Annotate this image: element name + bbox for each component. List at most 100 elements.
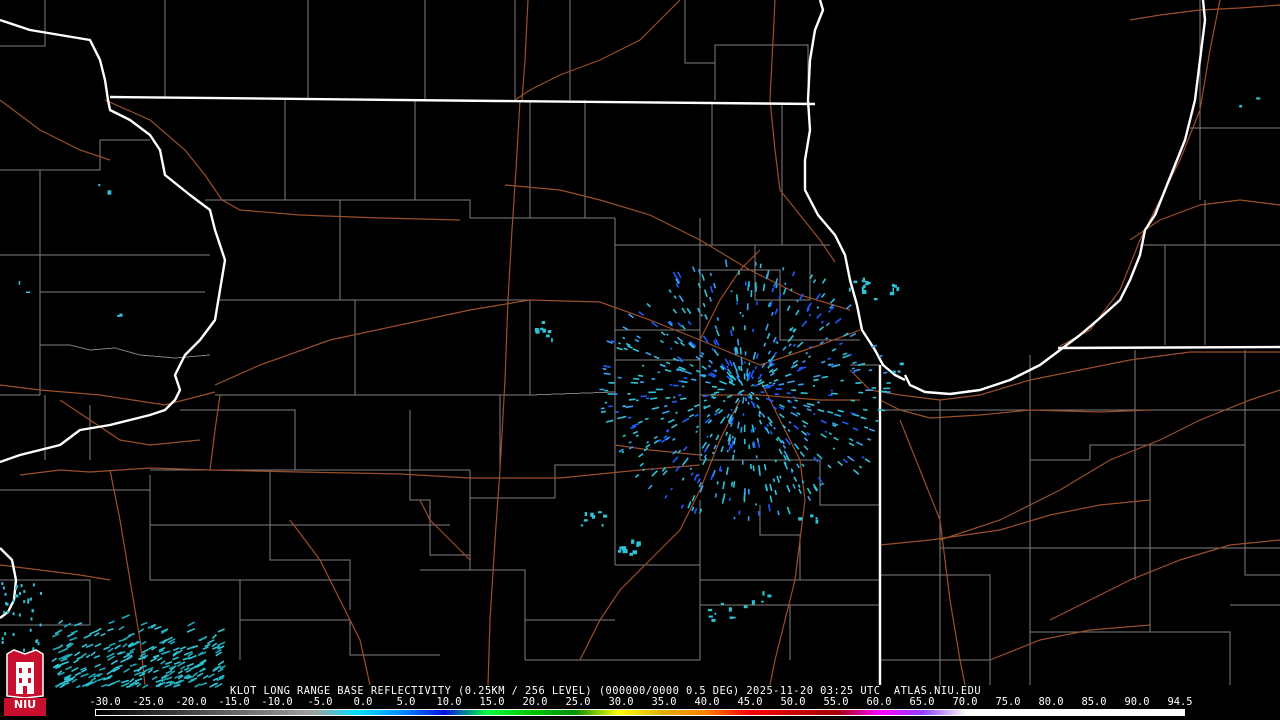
- echo-speckle: [756, 437, 760, 443]
- echo-speckle: [622, 336, 626, 340]
- echo-speckle: [653, 355, 660, 360]
- echo-speckle: [687, 320, 692, 326]
- echo-speckle: [113, 679, 121, 684]
- echo-speckle: [653, 435, 658, 440]
- echo-speckle: [666, 333, 669, 336]
- echo-speckle: [196, 672, 204, 678]
- echo-speckle: [842, 354, 851, 359]
- echo-speckle: [627, 416, 632, 419]
- county-line: [554, 464, 615, 498]
- echo-speckle: [820, 320, 824, 324]
- echo-speckle: [816, 453, 823, 460]
- echo-speckle: [816, 306, 820, 309]
- echo-speckle: [179, 665, 186, 671]
- echo-speckle: [782, 454, 788, 461]
- echo-speckle: [799, 451, 805, 458]
- highway: [209, 394, 221, 471]
- echo-speckle: [149, 657, 158, 663]
- echo-speckle: [651, 470, 658, 477]
- echo-speckle: [187, 621, 195, 627]
- echo-speckle: [101, 683, 108, 688]
- echo-speckle: [753, 441, 756, 449]
- echo-speckle: [772, 478, 776, 483]
- echo-speckle: [31, 609, 34, 613]
- echo-speckle: [689, 467, 693, 471]
- echo-speckle: [767, 302, 771, 308]
- echo-speckle: [793, 443, 800, 450]
- echo-speckle: [590, 512, 594, 517]
- mississippi-river-border: [0, 18, 227, 464]
- echo-speckle: [695, 430, 698, 434]
- lake-michigan-shoreline-west: [803, 0, 906, 382]
- echo-speckle: [217, 668, 224, 673]
- echo-speckle: [831, 364, 839, 368]
- echo-speckle: [801, 463, 805, 467]
- echo-speckle: [774, 278, 779, 286]
- echo-speckle: [757, 441, 761, 448]
- echo-speckle: [628, 440, 632, 444]
- echo-speckle: [805, 351, 809, 355]
- county-line: [880, 574, 991, 685]
- echo-speckle: [778, 448, 783, 455]
- echo-speckle: [740, 365, 743, 372]
- reflectivity-scale-labels: -30.0 -25.0 -20.0 -15.0 -10.0 -5.0 0.0 5.0 10.0 1…: [89, 696, 1195, 708]
- echo-speckle: [751, 600, 755, 605]
- echo-speckle: [1, 637, 4, 641]
- echo-speckle: [797, 383, 804, 386]
- echo-speckle: [702, 302, 706, 308]
- echo-speckle: [93, 632, 100, 637]
- echo-speckle: [833, 436, 839, 441]
- echo-speckle: [602, 367, 607, 371]
- echo-speckle: [743, 605, 748, 609]
- echo-speckle: [834, 413, 842, 417]
- echo-speckle: [69, 636, 78, 642]
- highway: [879, 399, 1151, 419]
- echo-speckle: [796, 341, 804, 348]
- echo-speckle: [660, 417, 665, 421]
- scale-label: 30.0: [608, 696, 634, 708]
- echo-speckle: [173, 683, 181, 688]
- echo-speckle: [873, 298, 878, 301]
- echo-speckle: [735, 347, 739, 355]
- echo-speckle: [693, 474, 699, 481]
- echo-speckle: [772, 382, 776, 385]
- echo-speckle: [4, 632, 7, 636]
- echo-speckle: [802, 424, 807, 428]
- echo-speckle: [12, 612, 15, 616]
- echo-speckle: [806, 431, 811, 436]
- echo-speckle: [107, 647, 114, 653]
- echo-speckle: [194, 683, 201, 688]
- echo-speckle: [680, 504, 684, 509]
- echo-speckle: [700, 351, 705, 356]
- echo-speckle: [151, 675, 158, 681]
- echo-speckle: [121, 679, 130, 684]
- echo-speckle: [752, 465, 755, 472]
- echo-speckle: [686, 307, 692, 315]
- echo-speckle: [852, 361, 857, 365]
- echo-speckle: [725, 431, 729, 436]
- echo-speckle: [733, 437, 736, 445]
- echo-speckle: [899, 362, 904, 366]
- echo-speckle: [748, 393, 753, 398]
- highway: [614, 444, 701, 456]
- highway: [59, 399, 201, 446]
- echo-speckle: [767, 358, 771, 362]
- echo-speckle: [765, 273, 769, 280]
- echo-speckle: [672, 437, 676, 442]
- echo-speckle: [776, 475, 781, 483]
- echo-speckle: [769, 372, 775, 377]
- echo-speckle: [200, 682, 208, 686]
- scale-label: 25.0: [565, 696, 591, 708]
- echo-speckle: [784, 373, 792, 378]
- echo-speckle: [138, 628, 145, 633]
- echo-speckle: [713, 349, 719, 357]
- echo-speckle: [647, 484, 653, 490]
- echo-speckle: [632, 430, 639, 435]
- echo-speckle: [646, 302, 651, 308]
- echo-speckle: [737, 421, 740, 429]
- echo-speckle: [732, 481, 736, 488]
- echo-speckle: [679, 341, 686, 347]
- echo-speckle: [29, 628, 32, 632]
- echo-speckle: [716, 481, 719, 485]
- echo-speckle: [657, 371, 661, 374]
